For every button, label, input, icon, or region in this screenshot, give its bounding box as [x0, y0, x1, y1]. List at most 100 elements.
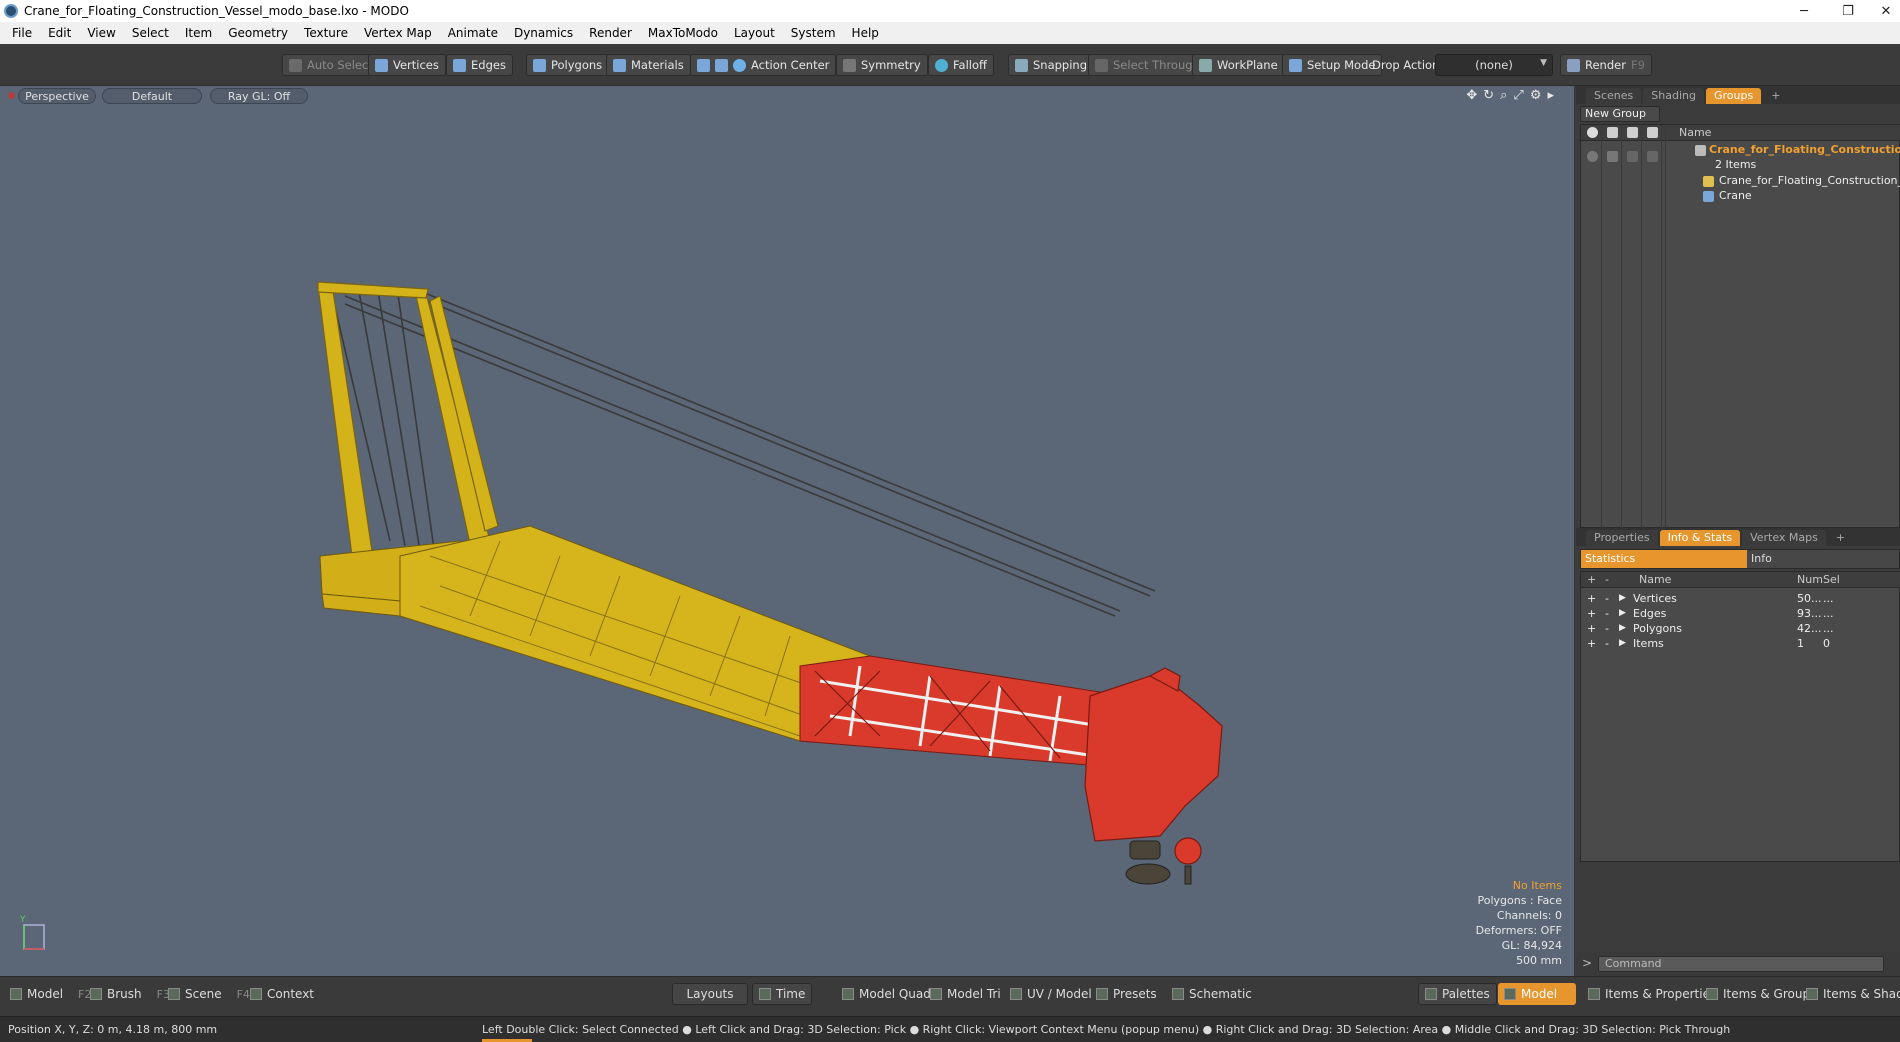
menu-animate[interactable]: Animate	[440, 22, 506, 44]
menu-system[interactable]: System	[783, 22, 844, 44]
tab-groups[interactable]: Groups	[1705, 88, 1762, 104]
menu-vertex-map[interactable]: Vertex Map	[356, 22, 440, 44]
group-lock-icon[interactable]	[1627, 151, 1638, 162]
expand-icon[interactable]: +	[1587, 637, 1596, 650]
new-group-button[interactable]: New Group	[1580, 106, 1660, 122]
model-quad-button[interactable]: Model Quad	[836, 983, 937, 1005]
tab-properties[interactable]: Properties	[1586, 530, 1658, 546]
collapse-icon[interactable]: -	[1605, 592, 1609, 605]
snapping-button[interactable]: Snapping	[1008, 54, 1095, 76]
expand-all-icon[interactable]: +	[1587, 573, 1596, 586]
presets-button[interactable]: Presets	[1090, 983, 1163, 1005]
command-row: > Command	[1576, 952, 1900, 976]
orbit-view-icon[interactable]: ↻	[1483, 88, 1494, 103]
schematic-button[interactable]: Schematic	[1166, 983, 1258, 1005]
tab-info-stats[interactable]: Info & Stats	[1659, 530, 1741, 546]
add-tab-icon[interactable]: +	[1763, 88, 1788, 104]
workplane-button[interactable]: WorkPlane	[1192, 54, 1285, 76]
stats-scale: 500 mm	[1516, 954, 1562, 967]
minimize-button[interactable]: ─	[1784, 0, 1824, 22]
menu-geometry[interactable]: Geometry	[220, 22, 296, 44]
menu-edit[interactable]: Edit	[40, 22, 79, 44]
collapse-icon[interactable]: -	[1605, 622, 1609, 635]
palettes-button[interactable]: Palettes	[1418, 983, 1497, 1005]
menu-layout[interactable]: Layout	[726, 22, 783, 44]
shading-style-button[interactable]: Default	[102, 88, 202, 104]
expand-icon[interactable]: +	[1587, 592, 1596, 605]
action-center-button[interactable]: Action Center	[690, 54, 837, 76]
drop-action-select[interactable]: (none) ▼	[1435, 54, 1553, 76]
disclosure-icon[interactable]: ▶	[1619, 608, 1626, 618]
group-select-icon[interactable]	[1647, 151, 1658, 162]
menu-select[interactable]: Select	[124, 22, 177, 44]
model-quad-label: Model Quad	[859, 987, 931, 1001]
stat-name: Edges	[1633, 607, 1667, 620]
tab-scenes[interactable]: Scenes	[1586, 88, 1642, 104]
group-child-item[interactable]: Crane	[1719, 189, 1752, 202]
collapse-icon[interactable]: -	[1605, 637, 1609, 650]
viewport-header: Perspective Default Ray GL: Off ✥ ↻ ⌕ ⤢ …	[0, 86, 1574, 106]
group-render-icon[interactable]	[1607, 151, 1618, 162]
move-view-icon[interactable]: ✥	[1466, 88, 1477, 103]
menu-item[interactable]: Item	[177, 22, 220, 44]
info-tab[interactable]: Info	[1751, 550, 1772, 568]
table-row[interactable]: + - ▶ Polygons 42... ...	[1581, 622, 1900, 637]
edges-mode-button[interactable]: Edges	[446, 54, 513, 76]
items-shading-button[interactable]: Items & Shadin	[1800, 983, 1900, 1005]
collapse-all-icon[interactable]: -	[1605, 573, 1609, 586]
expand-icon[interactable]: +	[1587, 622, 1596, 635]
add-tab-icon[interactable]: +	[1828, 530, 1853, 546]
statistics-tab[interactable]: Statistics	[1581, 550, 1747, 568]
scene-tab-button[interactable]: Scene F4	[162, 983, 256, 1005]
group-child-item[interactable]: Crane_for_Floating_Construction_...	[1719, 174, 1900, 187]
polygons-mode-button[interactable]: Polygons	[526, 54, 610, 76]
uv-model-button[interactable]: UV / Model	[1004, 983, 1098, 1005]
time-button[interactable]: Time	[752, 983, 813, 1005]
render-button[interactable]: Render F9	[1560, 54, 1652, 76]
view-type-button[interactable]: Perspective	[18, 88, 96, 104]
viewport-expand-icon[interactable]: ▸	[1547, 88, 1554, 103]
menu-dynamics[interactable]: Dynamics	[506, 22, 581, 44]
collapse-icon[interactable]: -	[1605, 607, 1609, 620]
auto-select-button[interactable]: Auto Select	[282, 54, 380, 76]
menu-file[interactable]: File	[4, 22, 40, 44]
fit-view-icon[interactable]: ⤢	[1513, 88, 1523, 103]
command-input[interactable]: Command	[1598, 956, 1884, 972]
stats-channels: Channels: 0	[1496, 909, 1562, 922]
col-divider	[1621, 125, 1622, 529]
group-name[interactable]: Crane_for_Floating_Constructio...	[1709, 143, 1900, 156]
menu-maxtomodo[interactable]: MaxToModo	[640, 22, 726, 44]
falloff-button[interactable]: Falloff	[928, 54, 994, 76]
ray-gl-button[interactable]: Ray GL: Off	[210, 88, 308, 104]
close-button[interactable]: ✕	[1866, 0, 1900, 22]
viewport-menu-dot[interactable]	[8, 92, 15, 99]
setup-mode-button[interactable]: Setup Mode	[1282, 54, 1383, 76]
tab-shading[interactable]: Shading	[1643, 88, 1704, 104]
group-visibility-icon[interactable]	[1587, 151, 1598, 162]
table-row[interactable]: + - ▶ Vertices 50... ...	[1581, 592, 1900, 607]
3d-viewport[interactable]: Perspective Default Ray GL: Off ✥ ↻ ⌕ ⤢ …	[0, 86, 1574, 976]
restore-button[interactable]: ❐	[1828, 0, 1868, 22]
context-tab-button[interactable]: Context	[244, 983, 320, 1005]
symmetry-button[interactable]: Symmetry	[836, 54, 928, 76]
model-tri-button[interactable]: Model Tri	[924, 983, 1007, 1005]
materials-mode-button[interactable]: Materials	[606, 54, 691, 76]
zoom-view-icon[interactable]: ⌕	[1500, 88, 1507, 103]
table-row[interactable]: + - ▶ Edges 93... ...	[1581, 607, 1900, 622]
action-center-label: Action Center	[751, 58, 830, 72]
select-through-button[interactable]: Select Through	[1088, 54, 1207, 76]
menu-texture[interactable]: Texture	[296, 22, 356, 44]
viewport-settings-icon[interactable]: ⚙	[1530, 88, 1542, 103]
menu-render[interactable]: Render	[581, 22, 640, 44]
tab-vertex-maps[interactable]: Vertex Maps	[1742, 530, 1826, 546]
disclosure-icon[interactable]: ▶	[1619, 623, 1626, 633]
menu-view[interactable]: View	[79, 22, 123, 44]
table-row[interactable]: + - ▶ Items 1 0	[1581, 637, 1900, 652]
layouts-button[interactable]: Layouts	[672, 983, 748, 1005]
expand-icon[interactable]: +	[1587, 607, 1596, 620]
disclosure-icon[interactable]: ▶	[1619, 638, 1626, 648]
vertices-mode-button[interactable]: Vertices	[368, 54, 446, 76]
model-layout-button[interactable]: Model	[1498, 983, 1576, 1005]
menu-help[interactable]: Help	[844, 22, 887, 44]
disclosure-icon[interactable]: ▶	[1619, 593, 1626, 603]
